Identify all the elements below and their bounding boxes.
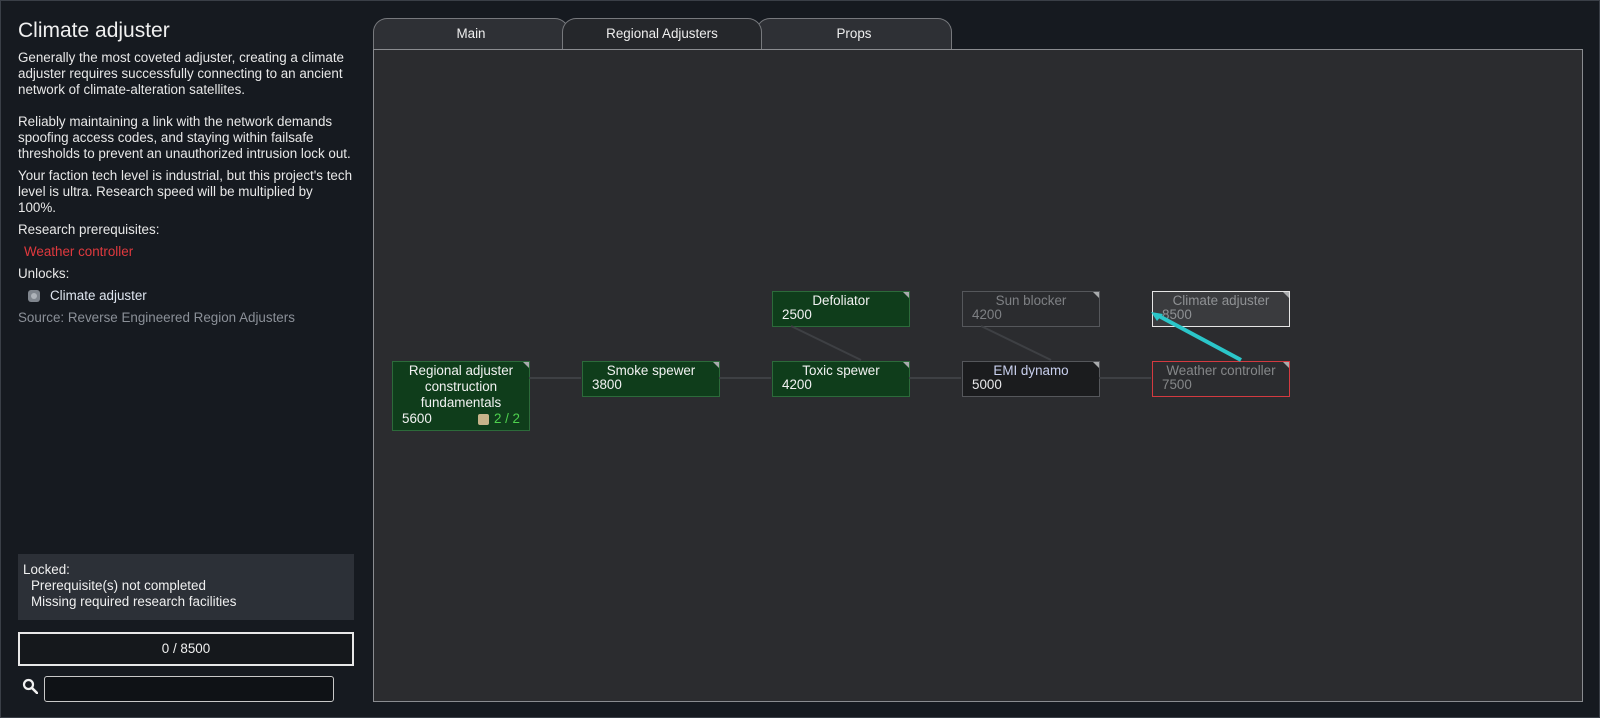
unlocks-label: Unlocks:	[18, 266, 70, 281]
project-info-panel: Climate adjuster Generally the most cove…	[18, 18, 354, 325]
node-toxic-spewer[interactable]: Toxic spewer 4200	[772, 361, 910, 397]
search-icon	[22, 678, 38, 694]
research-tree-canvas[interactable]: Regional adjuster construction fundament…	[373, 49, 1583, 702]
corner-marker	[523, 362, 529, 368]
unlock-item[interactable]: Climate adjuster	[28, 288, 354, 303]
corner-marker	[1283, 362, 1289, 368]
node-climate-adjuster[interactable]: Climate adjuster 8500	[1152, 291, 1290, 327]
locked-title: Locked:	[23, 562, 70, 577]
building-icon	[28, 289, 40, 302]
search-input[interactable]	[44, 676, 334, 702]
corner-marker	[1283, 292, 1289, 298]
node-smoke-spewer[interactable]: Smoke spewer 3800	[582, 361, 720, 397]
node-cost: 5600	[402, 411, 432, 426]
tab-main[interactable]: Main	[373, 18, 569, 49]
node-cost: 8500	[1162, 307, 1192, 322]
project-title: Climate adjuster	[18, 19, 170, 42]
facility-icon	[477, 413, 489, 425]
tab-props[interactable]: Props	[756, 18, 952, 49]
research-progress-bar: 0 / 8500	[18, 632, 354, 666]
facility-count-label: 2 / 2	[493, 411, 520, 426]
corner-marker	[713, 362, 719, 368]
locked-reason-facilities: Missing required research facilities	[31, 594, 237, 609]
prerequisite-weather-controller[interactable]: Weather controller	[24, 244, 354, 260]
node-cost: 4200	[782, 377, 812, 392]
corner-marker	[903, 292, 909, 298]
node-name: Regional adjuster construction fundament…	[408, 363, 514, 410]
corner-marker	[903, 362, 909, 368]
facility-count: 2 / 2	[477, 411, 520, 427]
node-cost: 3800	[592, 377, 622, 392]
node-cost: 5000	[972, 377, 1002, 392]
node-cost: 4200	[972, 307, 1002, 322]
locked-status-box: Locked: Prerequisite(s) not completed Mi…	[18, 554, 354, 620]
node-emi-dynamo[interactable]: EMI dynamo 5000	[962, 361, 1100, 397]
tech-level-text: Your faction tech level is industrial, b…	[18, 168, 353, 215]
prerequisites-label: Research prerequisites:	[18, 222, 160, 237]
locked-reason-prereq: Prerequisite(s) not completed	[31, 578, 206, 593]
node-cost: 2500	[782, 307, 812, 322]
source-text: Source: Reverse Engineered Region Adjust…	[18, 310, 295, 325]
corner-marker	[1093, 362, 1099, 368]
corner-marker	[1093, 292, 1099, 298]
node-regional-adjuster[interactable]: Regional adjuster construction fundament…	[392, 361, 530, 431]
node-defoliator[interactable]: Defoliator 2500	[772, 291, 910, 327]
project-description-2: Reliably maintaining a link with the net…	[18, 114, 351, 161]
project-description-1: Generally the most coveted adjuster, cre…	[18, 50, 345, 97]
unlock-item-label: Climate adjuster	[50, 288, 147, 303]
tab-regional-adjusters[interactable]: Regional Adjusters	[562, 18, 762, 51]
node-sun-blocker[interactable]: Sun blocker 4200	[962, 291, 1100, 327]
node-cost: 7500	[1162, 377, 1192, 392]
node-weather-controller[interactable]: Weather controller 7500	[1152, 361, 1290, 397]
